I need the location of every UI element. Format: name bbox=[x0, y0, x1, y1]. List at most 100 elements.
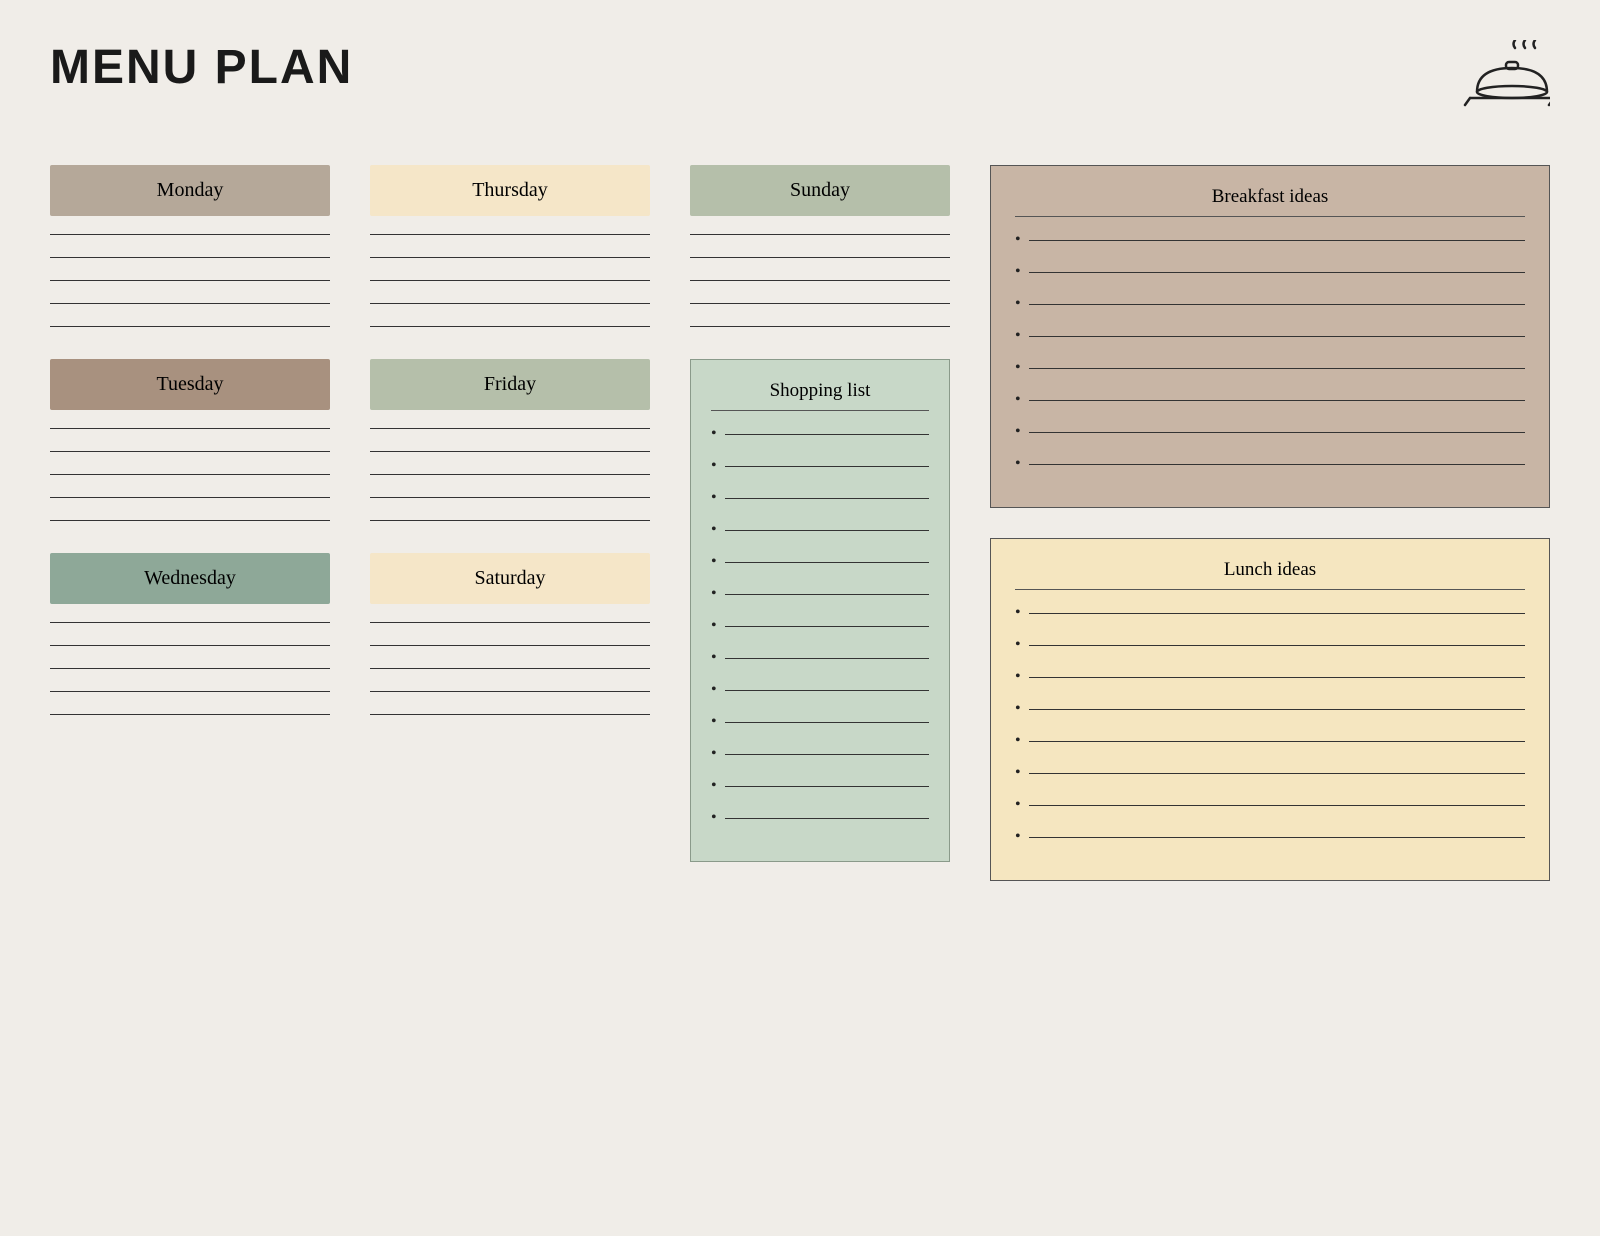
wednesday-lines bbox=[50, 622, 330, 715]
lunch-item-6 bbox=[1015, 764, 1525, 782]
sunday-line-2 bbox=[690, 257, 950, 258]
monday-lines bbox=[50, 234, 330, 327]
breakfast-item-6 bbox=[1015, 391, 1525, 409]
monday-line-4 bbox=[50, 303, 330, 304]
lunch-item-2 bbox=[1015, 636, 1525, 654]
tuesday-label: Tuesday bbox=[50, 359, 330, 410]
sunday-label: Sunday bbox=[690, 165, 950, 216]
lunch-item-3 bbox=[1015, 668, 1525, 686]
monday-line-5 bbox=[50, 326, 330, 327]
tuesday-section: Tuesday bbox=[50, 359, 330, 521]
friday-lines bbox=[370, 428, 650, 521]
breakfast-line-5 bbox=[1029, 368, 1525, 369]
thursday-label: Thursday bbox=[370, 165, 650, 216]
sunday-line-1 bbox=[690, 234, 950, 235]
shopping-line-6 bbox=[725, 594, 929, 595]
main-grid: Monday Tuesday Wednesday bbox=[50, 165, 1550, 881]
breakfast-ideas-list bbox=[1015, 231, 1525, 473]
lunch-line-2 bbox=[1029, 645, 1525, 646]
page-title: MENU PLAN bbox=[50, 40, 353, 95]
breakfast-line-1 bbox=[1029, 240, 1525, 241]
shopping-item-13 bbox=[711, 809, 929, 827]
column-1: Monday Tuesday Wednesday bbox=[50, 165, 330, 747]
shopping-line-2 bbox=[725, 466, 929, 467]
saturday-line-2 bbox=[370, 645, 650, 646]
shopping-line-5 bbox=[725, 562, 929, 563]
tuesday-line-1 bbox=[50, 428, 330, 429]
wednesday-line-4 bbox=[50, 691, 330, 692]
wednesday-label: Wednesday bbox=[50, 553, 330, 604]
shopping-item-9 bbox=[711, 681, 929, 699]
thursday-line-2 bbox=[370, 257, 650, 258]
breakfast-item-7 bbox=[1015, 423, 1525, 441]
saturday-label: Saturday bbox=[370, 553, 650, 604]
sunday-section: Sunday bbox=[690, 165, 950, 327]
lunch-line-3 bbox=[1029, 677, 1525, 678]
lunch-line-7 bbox=[1029, 805, 1525, 806]
lunch-line-1 bbox=[1029, 613, 1525, 614]
shopping-line-10 bbox=[725, 722, 929, 723]
shopping-line-4 bbox=[725, 530, 929, 531]
shopping-item-3 bbox=[711, 489, 929, 507]
monday-section: Monday bbox=[50, 165, 330, 327]
breakfast-item-3 bbox=[1015, 295, 1525, 313]
saturday-line-3 bbox=[370, 668, 650, 669]
breakfast-line-7 bbox=[1029, 432, 1525, 433]
lunch-item-7 bbox=[1015, 796, 1525, 814]
saturday-line-4 bbox=[370, 691, 650, 692]
column-3: Sunday Shopping list bbox=[690, 165, 950, 862]
thursday-section: Thursday bbox=[370, 165, 650, 327]
lunch-line-4 bbox=[1029, 709, 1525, 710]
saturday-section: Saturday bbox=[370, 553, 650, 715]
shopping-item-12 bbox=[711, 777, 929, 795]
tuesday-line-5 bbox=[50, 520, 330, 521]
shopping-item-10 bbox=[711, 713, 929, 731]
breakfast-line-4 bbox=[1029, 336, 1525, 337]
shopping-list bbox=[711, 425, 929, 827]
friday-line-1 bbox=[370, 428, 650, 429]
breakfast-line-6 bbox=[1029, 400, 1525, 401]
shopping-list-title: Shopping list bbox=[711, 380, 929, 411]
breakfast-item-5 bbox=[1015, 359, 1525, 377]
shopping-item-4 bbox=[711, 521, 929, 539]
monday-line-2 bbox=[50, 257, 330, 258]
breakfast-item-8 bbox=[1015, 455, 1525, 473]
shopping-line-12 bbox=[725, 786, 929, 787]
lunch-item-1 bbox=[1015, 604, 1525, 622]
lunch-item-4 bbox=[1015, 700, 1525, 718]
sunday-lines bbox=[690, 234, 950, 327]
sunday-line-5 bbox=[690, 326, 950, 327]
lunch-line-6 bbox=[1029, 773, 1525, 774]
right-column: Breakfast ideas Lunch ideas bbox=[990, 165, 1550, 881]
shopping-line-1 bbox=[725, 434, 929, 435]
shopping-line-9 bbox=[725, 690, 929, 691]
logo-icon bbox=[1460, 40, 1550, 125]
shopping-line-3 bbox=[725, 498, 929, 499]
breakfast-line-3 bbox=[1029, 304, 1525, 305]
wednesday-section: Wednesday bbox=[50, 553, 330, 715]
tuesday-line-4 bbox=[50, 497, 330, 498]
saturday-line-1 bbox=[370, 622, 650, 623]
sunday-line-4 bbox=[690, 303, 950, 304]
shopping-list-box: Shopping list bbox=[690, 359, 950, 862]
thursday-line-1 bbox=[370, 234, 650, 235]
shopping-item-7 bbox=[711, 617, 929, 635]
breakfast-item-2 bbox=[1015, 263, 1525, 281]
shopping-item-5 bbox=[711, 553, 929, 571]
friday-label: Friday bbox=[370, 359, 650, 410]
tuesday-line-2 bbox=[50, 451, 330, 452]
shopping-line-13 bbox=[725, 818, 929, 819]
thursday-line-3 bbox=[370, 280, 650, 281]
monday-line-1 bbox=[50, 234, 330, 235]
shopping-item-8 bbox=[711, 649, 929, 667]
thursday-line-5 bbox=[370, 326, 650, 327]
wednesday-line-3 bbox=[50, 668, 330, 669]
breakfast-ideas-title: Breakfast ideas bbox=[1015, 186, 1525, 217]
thursday-line-4 bbox=[370, 303, 650, 304]
wednesday-line-5 bbox=[50, 714, 330, 715]
lunch-ideas-list bbox=[1015, 604, 1525, 846]
shopping-line-7 bbox=[725, 626, 929, 627]
lunch-item-8 bbox=[1015, 828, 1525, 846]
saturday-line-5 bbox=[370, 714, 650, 715]
tuesday-line-3 bbox=[50, 474, 330, 475]
